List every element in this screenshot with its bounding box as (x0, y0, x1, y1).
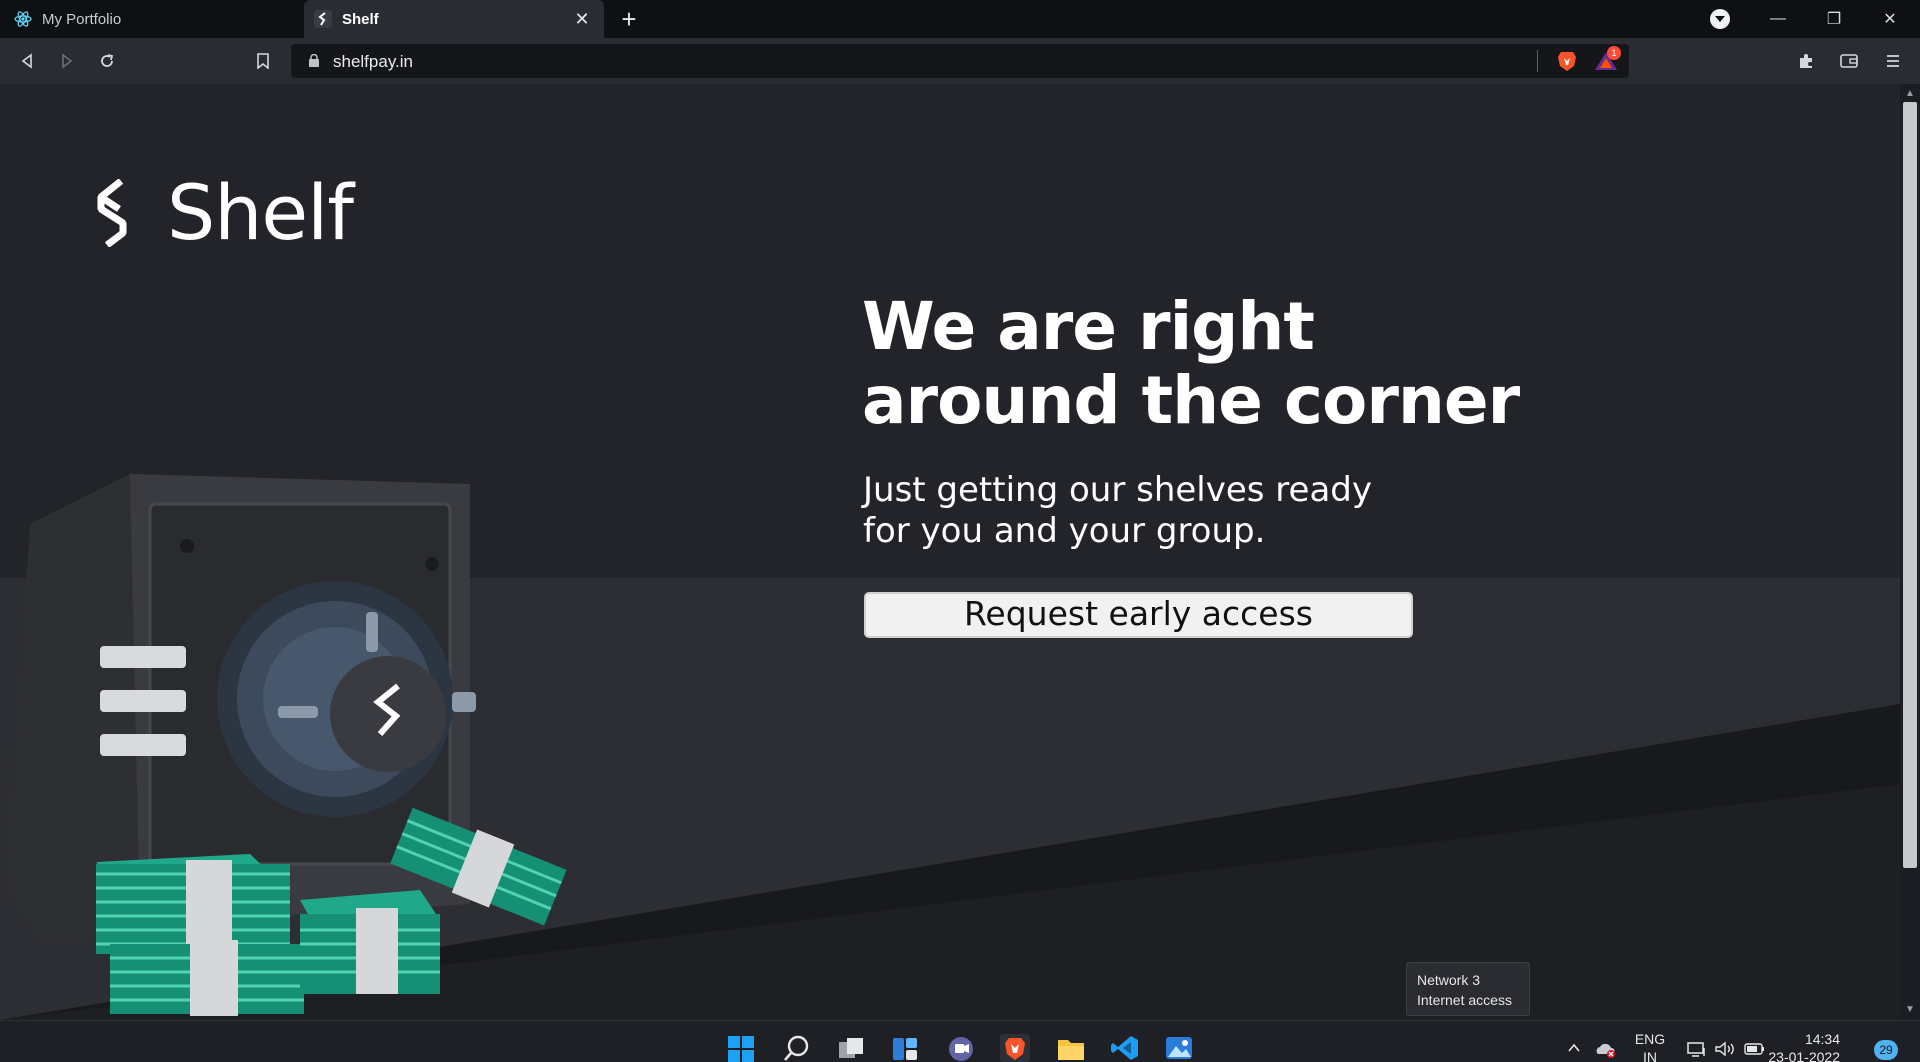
start-icon[interactable] (726, 1034, 756, 1062)
new-tab-button[interactable]: + (614, 4, 644, 34)
tab-title: My Portfolio (42, 10, 122, 28)
lock-icon (309, 54, 319, 67)
browser-toolbar: shelfpay.in 1 (0, 38, 1920, 84)
minimize-button[interactable]: — (1750, 0, 1806, 38)
page-headline: We are right around the corner (862, 288, 1520, 439)
reload-icon[interactable] (92, 46, 122, 76)
url-divider (1537, 50, 1538, 72)
brave-icon[interactable] (1000, 1034, 1030, 1062)
restore-button[interactable]: ❐ (1806, 0, 1862, 38)
teams-chat-icon[interactable] (946, 1034, 976, 1062)
scrollbar-thumb[interactable] (1903, 102, 1917, 868)
volume-icon[interactable] (1714, 1040, 1736, 1058)
onedrive-icon[interactable] (1594, 1040, 1616, 1058)
clock[interactable]: 14:34 23-01-2022 (1760, 1030, 1840, 1062)
rewards-badge: 1 (1607, 46, 1621, 60)
back-icon[interactable] (12, 46, 42, 76)
cash-stack (300, 890, 440, 994)
scroll-up-icon[interactable]: ▲ (1904, 88, 1916, 100)
request-early-access-button[interactable]: Request early access (864, 592, 1413, 638)
photos-icon[interactable] (1164, 1034, 1194, 1062)
react-icon (14, 10, 32, 28)
chevron-up-icon[interactable] (1566, 1040, 1582, 1056)
clock-time: 14:34 (1804, 1031, 1840, 1047)
wallet-icon[interactable] (1834, 46, 1864, 76)
widgets-icon[interactable] (890, 1034, 920, 1062)
shelf-logo-icon (97, 178, 127, 247)
page-subheadline: Just getting our shelves ready for you a… (863, 470, 1372, 552)
title-bar: My Portfolio Shelf ✕ + — ❐ ✕ (0, 0, 1920, 38)
notification-badge[interactable]: 29 (1874, 1040, 1898, 1060)
brave-shields-icon[interactable] (1555, 49, 1579, 73)
headline-line: around the corner (862, 362, 1520, 439)
network-icon[interactable] (1686, 1040, 1708, 1058)
region-code: IN (1643, 1049, 1657, 1062)
language-code: ENG (1634, 1031, 1666, 1047)
subheadline-line: for you and your group. (863, 511, 1266, 551)
headline-line: We are right (862, 288, 1315, 365)
clock-date: 23-01-2022 (1768, 1049, 1840, 1062)
tab-my-portfolio[interactable]: My Portfolio (0, 0, 300, 38)
address-bar[interactable]: shelfpay.in 1 (291, 44, 1629, 78)
network-tooltip: Network 3 Internet access (1406, 962, 1530, 1016)
shelf-logo[interactable]: Shelf (95, 168, 354, 257)
file-explorer-icon[interactable] (1056, 1034, 1086, 1062)
page-viewport: Shelf We are right around the corner Jus… (0, 84, 1900, 1020)
menu-icon[interactable] (1878, 46, 1908, 76)
brand-name: Shelf (167, 168, 354, 257)
cash-stack (110, 940, 304, 1016)
tooltip-line: Internet access (1417, 992, 1512, 1008)
tab-shelf[interactable]: Shelf ✕ (304, 0, 604, 38)
url-text: shelfpay.in (333, 52, 414, 71)
language-indicator[interactable]: ENG IN (1634, 1030, 1666, 1062)
vscode-icon[interactable] (1110, 1034, 1140, 1062)
close-tab-icon[interactable]: ✕ (572, 9, 592, 29)
tab-title: Shelf (342, 10, 379, 28)
safe-with-cash-illustration (6, 474, 567, 1016)
subheadline-line: Just getting our shelves ready (863, 470, 1372, 510)
shelf-favicon (314, 10, 332, 28)
scroll-down-icon[interactable]: ▼ (1904, 1004, 1916, 1016)
extensions-icon[interactable] (1791, 46, 1821, 76)
search-icon[interactable] (782, 1034, 812, 1062)
tab-search-icon[interactable] (1710, 9, 1730, 29)
tooltip-line: Network 3 (1417, 972, 1481, 988)
forward-icon[interactable] (52, 46, 82, 76)
close-window-button[interactable]: ✕ (1862, 0, 1918, 38)
task-view-icon[interactable] (836, 1034, 866, 1062)
bookmark-icon[interactable] (248, 46, 278, 76)
